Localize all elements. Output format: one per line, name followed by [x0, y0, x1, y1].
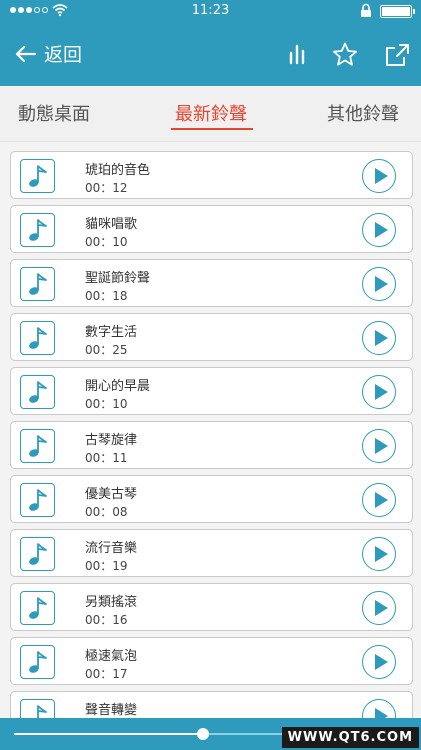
music-note-icon	[20, 267, 55, 301]
play-icon[interactable]	[362, 321, 396, 355]
ringtone-item[interactable]: 另類搖滾 00：16	[10, 583, 413, 631]
ringtone-item[interactable]: 數字生活 00：25	[10, 313, 413, 361]
music-note-icon	[20, 159, 55, 193]
ringtone-title: 開心的早晨	[85, 379, 151, 394]
equalizer-icon[interactable]	[282, 40, 312, 70]
ringtone-duration: 00：25	[85, 343, 128, 357]
back-arrow-icon	[15, 45, 36, 62]
ringtone-title: 優美古琴	[85, 487, 138, 502]
ringtone-duration: 00：10	[85, 235, 128, 249]
play-icon[interactable]	[362, 537, 396, 571]
ringtone-duration: 00：12	[85, 181, 128, 195]
ringtone-title: 流行音樂	[85, 541, 138, 556]
ringtone-duration: 00：18	[85, 289, 128, 303]
play-icon[interactable]	[362, 645, 396, 679]
battery-icon	[380, 5, 415, 18]
music-note-icon	[20, 483, 55, 517]
play-icon[interactable]	[362, 213, 396, 247]
music-note-icon	[20, 537, 55, 571]
progress-fill	[14, 733, 203, 735]
ringtone-item[interactable]: 古琴旋律 00：11	[10, 421, 413, 469]
music-note-icon	[20, 213, 55, 247]
ringtone-item[interactable]: 開心的早晨 00：10	[10, 367, 413, 415]
music-note-icon	[20, 375, 55, 409]
play-icon[interactable]	[362, 159, 396, 193]
ringtone-title: 數字生活	[85, 325, 138, 340]
music-note-icon	[20, 321, 55, 355]
status-time: 11:23	[191, 3, 230, 18]
ringtone-duration: 00：08	[85, 505, 128, 519]
music-note-icon	[20, 591, 55, 625]
watermark: WWW.QT6.COM	[281, 727, 419, 748]
tab-live-wallpaper[interactable]: 動態桌面	[18, 100, 90, 126]
ringtone-item[interactable]: 優美古琴 00：08	[10, 475, 413, 523]
active-tab-indicator	[171, 128, 253, 130]
ringtone-item[interactable]: 聖誕節鈴聲 00：18	[10, 259, 413, 307]
ringtone-duration: 00：11	[85, 451, 128, 465]
ringtone-item[interactable]: 極速氣泡 00：17	[10, 637, 413, 685]
play-icon[interactable]	[362, 267, 396, 301]
ringtone-duration: 00：10	[85, 397, 128, 411]
ringtone-item[interactable]: 貓咪唱歌 00：10	[10, 205, 413, 253]
favorite-star-icon[interactable]	[330, 40, 360, 70]
play-icon[interactable]	[362, 591, 396, 625]
ringtone-title: 聖誕節鈴聲	[85, 271, 151, 286]
back-label: 返回	[44, 44, 83, 66]
nav-bar: 返回	[0, 22, 421, 86]
ringtone-title: 極速氣泡	[85, 649, 138, 664]
ringtone-title: 古琴旋律	[85, 433, 138, 448]
play-icon[interactable]	[362, 483, 396, 517]
music-note-icon	[20, 429, 55, 463]
ringtone-title: 貓咪唱歌	[85, 217, 138, 232]
ringtone-title: 聲音轉變	[85, 703, 138, 718]
tab-other-ringtones[interactable]: 其他鈴聲	[327, 100, 399, 126]
lock-icon	[361, 3, 371, 17]
ringtone-title: 另類搖滾	[85, 595, 138, 610]
ringtone-duration: 00：19	[85, 559, 128, 573]
ringtone-item[interactable]: 流行音樂 00：19	[10, 529, 413, 577]
category-tabs: 動態桌面 最新鈴聲 其他鈴聲	[0, 86, 421, 142]
ringtone-duration: 00：16	[85, 613, 128, 627]
progress-thumb[interactable]	[197, 728, 209, 740]
ringtone-item[interactable]: 琥珀的音色 00：12	[10, 151, 413, 199]
ringtone-title: 琥珀的音色	[85, 163, 151, 178]
ringtone-duration: 00：17	[85, 667, 128, 681]
back-button[interactable]: 返回	[14, 40, 82, 67]
share-icon[interactable]	[382, 40, 412, 70]
music-note-icon	[20, 645, 55, 679]
status-bar: 11:23	[0, 0, 421, 22]
tab-latest-ringtones[interactable]: 最新鈴聲	[175, 100, 247, 126]
play-icon[interactable]	[362, 375, 396, 409]
play-icon[interactable]	[362, 429, 396, 463]
